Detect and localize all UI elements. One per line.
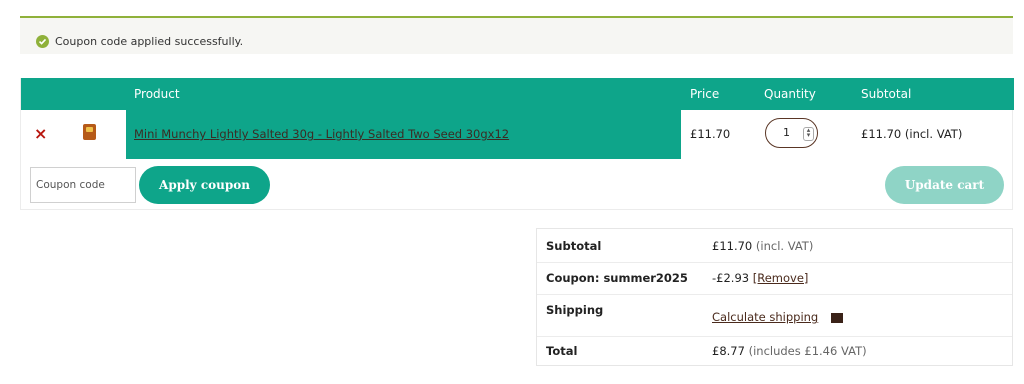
subtotal-note: (incl. VAT) [755, 239, 814, 253]
coupon-amount: -£2.93 [712, 271, 750, 285]
notice-message: Coupon code applied successfully. [55, 35, 244, 48]
cart-header: Product Price Quantity Subtotal [21, 78, 1014, 110]
coupon-label: Coupon: summer2025 [546, 271, 688, 285]
success-notice: Coupon code applied successfully. [20, 16, 1013, 54]
total-value: £8.77 (includes £1.46 VAT) [712, 344, 867, 358]
header-product: Product [134, 87, 180, 101]
cart-item-row: × Mini Munchy Lightly Salted 30g - Light… [21, 110, 1014, 159]
subtotal-amount: £11.70 [712, 239, 753, 253]
subtotal-value: £11.70 (incl. VAT) [712, 239, 813, 253]
item-subtotal: £11.70 (incl. VAT) [861, 127, 963, 141]
item-price: £11.70 [690, 127, 731, 141]
total-note: (includes £1.46 VAT) [748, 344, 867, 358]
shipping-label: Shipping [546, 303, 604, 317]
totals-coupon-row: Coupon: summer2025 -£2.93 [Remove] [537, 262, 1012, 295]
apply-coupon-button[interactable]: Apply coupon [139, 166, 270, 204]
update-cart-button[interactable]: Update cart [885, 166, 1004, 204]
cart-totals: Subtotal £11.70 (incl. VAT) Coupon: summ… [536, 228, 1013, 366]
cart-table: Product Price Quantity Subtotal × Mini M… [20, 78, 1014, 210]
quantity-value[interactable]: 1 [783, 126, 790, 139]
header-quantity: Quantity [764, 87, 816, 101]
totals-total-row: Total £8.77 (includes £1.46 VAT) [537, 336, 1012, 365]
product-thumbnail[interactable] [83, 124, 96, 140]
product-link[interactable]: Mini Munchy Lightly Salted 30g - Lightly… [134, 127, 509, 141]
checkmark-icon [36, 35, 49, 48]
total-amount: £8.77 [712, 344, 745, 358]
coupon-value: -£2.93 [Remove] [712, 271, 808, 285]
header-subtotal: Subtotal [861, 87, 912, 101]
totals-shipping-row: Shipping Calculate shipping [537, 294, 1012, 337]
quantity-stepper[interactable]: 1 ▴ ▾ [765, 118, 818, 148]
spinner-arrows-icon[interactable]: ▴ ▾ [803, 127, 814, 141]
subtotal-label: Subtotal [546, 239, 602, 253]
shipping-value: Calculate shipping [712, 310, 843, 324]
remove-coupon-link[interactable]: [Remove] [753, 271, 809, 285]
header-price: Price [690, 87, 720, 101]
coupon-code-input[interactable] [30, 167, 136, 203]
truck-icon[interactable] [831, 313, 843, 323]
total-label: Total [546, 344, 578, 358]
totals-subtotal-row: Subtotal £11.70 (incl. VAT) [537, 229, 1012, 263]
remove-item-icon[interactable]: × [34, 126, 47, 142]
calculate-shipping-link[interactable]: Calculate shipping [712, 310, 818, 324]
